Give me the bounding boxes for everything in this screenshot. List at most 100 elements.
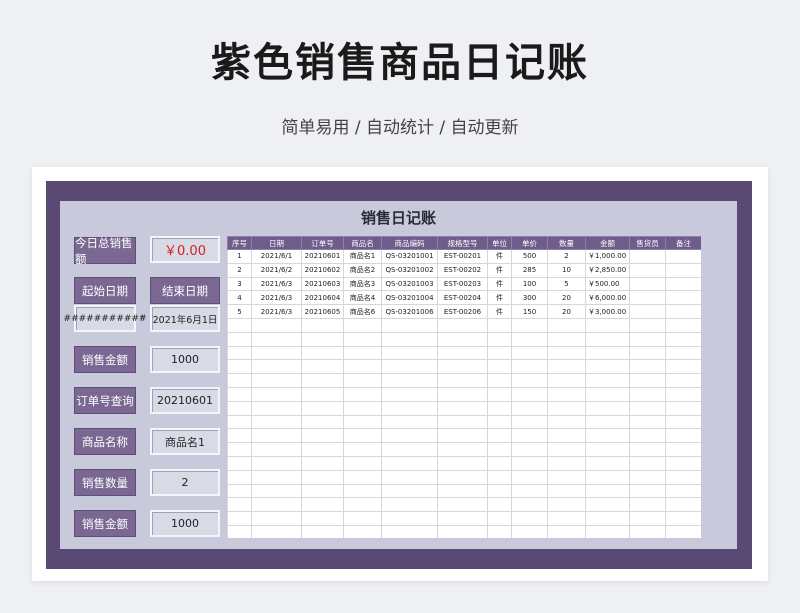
- table-cell[interactable]: [629, 386, 666, 402]
- table-cell[interactable]: [487, 414, 512, 430]
- table-cell[interactable]: [629, 373, 666, 388]
- table-cell[interactable]: 5: [547, 276, 586, 292]
- table-cell[interactable]: [381, 373, 438, 388]
- table-cell[interactable]: [251, 359, 302, 375]
- table-cell[interactable]: [629, 262, 666, 278]
- table-cell[interactable]: [437, 386, 488, 402]
- table-cell[interactable]: [437, 400, 488, 416]
- table-cell[interactable]: [381, 359, 438, 375]
- table-cell[interactable]: [343, 317, 382, 333]
- table-cell[interactable]: [343, 442, 382, 457]
- table-cell[interactable]: [227, 400, 252, 416]
- table-cell[interactable]: 150: [511, 304, 548, 319]
- table-cell[interactable]: [547, 373, 586, 388]
- table-cell[interactable]: [511, 469, 548, 485]
- table-cell[interactable]: [629, 428, 666, 444]
- table-cell[interactable]: QS-03201002: [381, 262, 438, 278]
- table-cell[interactable]: [227, 345, 252, 361]
- table-cell[interactable]: [629, 469, 666, 485]
- table-cell[interactable]: [381, 400, 438, 416]
- table-cell[interactable]: [585, 428, 630, 444]
- table-cell[interactable]: [585, 524, 630, 538]
- table-cell[interactable]: [227, 511, 252, 526]
- table-cell[interactable]: EST-00201: [437, 249, 488, 264]
- table-cell[interactable]: [381, 442, 438, 457]
- table-cell[interactable]: [629, 290, 666, 306]
- table-cell[interactable]: [301, 497, 344, 513]
- table-cell[interactable]: [585, 442, 630, 457]
- table-cell[interactable]: 100: [511, 276, 548, 292]
- table-cell[interactable]: [227, 442, 252, 457]
- table-cell[interactable]: [251, 497, 302, 513]
- table-cell[interactable]: [511, 497, 548, 513]
- table-cell[interactable]: [437, 359, 488, 375]
- table-cell[interactable]: [547, 414, 586, 430]
- table-cell[interactable]: [487, 524, 512, 538]
- table-cell[interactable]: [585, 469, 630, 485]
- table-cell[interactable]: [381, 524, 438, 538]
- table-cell[interactable]: [251, 331, 302, 347]
- table-cell[interactable]: [547, 455, 586, 471]
- table-cell[interactable]: [227, 359, 252, 375]
- table-cell[interactable]: 2: [227, 262, 252, 278]
- table-cell[interactable]: [629, 483, 666, 499]
- table-cell[interactable]: QS-03201006: [381, 304, 438, 319]
- sales-qty-input[interactable]: 2: [150, 469, 220, 496]
- table-cell[interactable]: [381, 511, 438, 526]
- table-cell[interactable]: [665, 524, 701, 538]
- table-cell[interactable]: [585, 511, 630, 526]
- table-cell[interactable]: EST-00204: [437, 290, 488, 306]
- table-cell[interactable]: [437, 373, 488, 388]
- table-cell[interactable]: 20210602: [301, 262, 344, 278]
- table-cell[interactable]: [665, 249, 701, 264]
- table-cell[interactable]: [629, 497, 666, 513]
- table-cell[interactable]: [629, 359, 666, 375]
- table-cell[interactable]: 285: [511, 262, 548, 278]
- table-cell[interactable]: [511, 373, 548, 388]
- table-cell[interactable]: [511, 400, 548, 416]
- table-cell[interactable]: [301, 345, 344, 361]
- table-cell[interactable]: [227, 455, 252, 471]
- table-cell[interactable]: [381, 428, 438, 444]
- table-cell[interactable]: [665, 497, 701, 513]
- column-header[interactable]: 售货员: [629, 236, 666, 250]
- table-cell[interactable]: [585, 414, 630, 430]
- sales-amount2-input[interactable]: 1000: [150, 510, 220, 537]
- table-cell[interactable]: [665, 304, 701, 319]
- table-cell[interactable]: [665, 469, 701, 485]
- table-cell[interactable]: [227, 428, 252, 444]
- table-cell[interactable]: [437, 455, 488, 471]
- table-cell[interactable]: [547, 331, 586, 347]
- table-cell[interactable]: [629, 511, 666, 526]
- start-date-input[interactable]: ###########: [64, 305, 146, 332]
- table-cell[interactable]: [665, 455, 701, 471]
- table-cell[interactable]: 件: [487, 249, 512, 264]
- column-header[interactable]: 数量: [547, 236, 586, 250]
- table-cell[interactable]: [487, 442, 512, 457]
- table-cell[interactable]: [381, 386, 438, 402]
- table-cell[interactable]: [343, 497, 382, 513]
- table-cell[interactable]: [511, 345, 548, 361]
- table-cell[interactable]: [585, 331, 630, 347]
- table-cell[interactable]: [251, 414, 302, 430]
- table-cell[interactable]: [585, 386, 630, 402]
- table-cell[interactable]: [629, 524, 666, 538]
- table-cell[interactable]: [343, 400, 382, 416]
- table-cell[interactable]: [301, 428, 344, 444]
- column-header[interactable]: 金额: [585, 236, 630, 250]
- table-cell[interactable]: [487, 400, 512, 416]
- column-header[interactable]: 商品编码: [381, 236, 438, 250]
- table-cell[interactable]: [547, 400, 586, 416]
- table-cell[interactable]: 5: [227, 304, 252, 319]
- table-cell[interactable]: 2021/6/1: [251, 249, 302, 264]
- order-query-input[interactable]: 20210601: [150, 387, 220, 414]
- table-cell[interactable]: [487, 386, 512, 402]
- table-cell[interactable]: [301, 400, 344, 416]
- table-cell[interactable]: 件: [487, 276, 512, 292]
- table-cell[interactable]: 件: [487, 304, 512, 319]
- table-cell[interactable]: EST-00206: [437, 304, 488, 319]
- column-header[interactable]: 订单号: [301, 236, 344, 250]
- table-cell[interactable]: [665, 373, 701, 388]
- table-cell[interactable]: 件: [487, 290, 512, 306]
- table-cell[interactable]: 20210605: [301, 304, 344, 319]
